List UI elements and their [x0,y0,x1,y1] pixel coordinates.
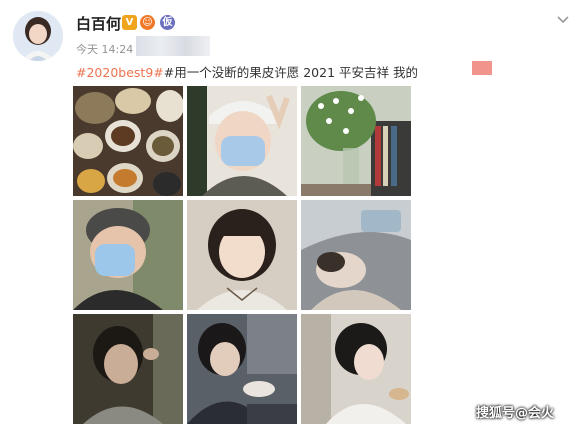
watermark: 搜狐号@会火 [476,406,555,421]
flowers-vase-photo[interactable] [301,86,411,196]
post-timestamp[interactable]: 今天 14:24 [76,41,133,57]
avatar[interactable] [13,11,63,61]
hashtag-link[interactable]: #2020best9# [76,65,164,80]
redacted-text [472,61,492,75]
member-badge-icon[interactable]: 仮 [160,15,175,30]
post-text: #2020best9##用一个没断的果皮许愿 2021 平安吉祥 我的 [76,62,418,81]
verified-badge-icon[interactable]: V [122,15,137,30]
food-table-photo[interactable] [73,86,183,196]
woman-profile-photo[interactable] [301,314,411,424]
level-badge-icon[interactable]: ☺ [140,15,155,30]
woman-bangs-photo[interactable] [187,200,297,310]
woman-dark-room-photo[interactable] [73,314,183,424]
man-mask-photo[interactable] [73,200,183,310]
chevron-down-icon[interactable] [553,10,573,30]
username[interactable]: 白百何 [76,13,121,34]
car-interior-photo[interactable] [301,200,411,310]
woman-cafe-photo[interactable] [187,314,297,424]
selfie-mask-cap-photo[interactable] [187,86,297,196]
redacted-source [136,36,210,56]
post-body: #用一个没断的果皮许愿 2021 平安吉祥 我的 [163,65,418,80]
